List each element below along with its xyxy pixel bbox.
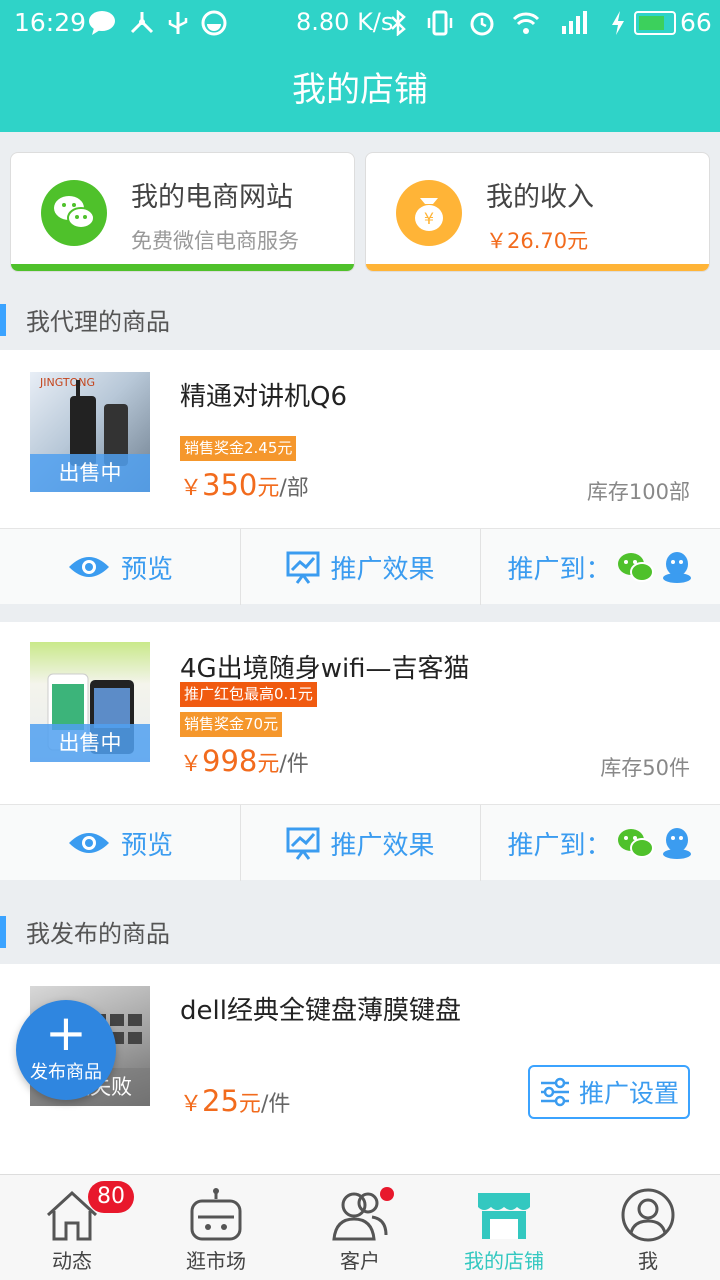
money-bag-icon: ¥	[396, 180, 462, 246]
eye-icon	[68, 833, 109, 853]
card-accent-line	[11, 264, 354, 271]
product-item[interactable]: JINGTONG 出售中 精通对讲机Q6 销售奖金2.45元 ￥350元/部 库…	[0, 350, 720, 528]
card-title: 我的电商网站	[131, 182, 293, 213]
product-actions: 预览 推广效果 推广到：	[0, 804, 720, 881]
app-notification-icon	[200, 10, 228, 36]
chat-notification-icon	[88, 10, 116, 36]
preview-button[interactable]: 预览	[0, 805, 240, 881]
tab-customers[interactable]: 客户	[288, 1175, 432, 1280]
product-thumbnail: JINGTONG 出售中	[30, 372, 150, 492]
preview-button[interactable]: 预览	[0, 529, 240, 605]
tab-label: 我的店铺	[464, 1249, 544, 1273]
tab-my-store[interactable]: 我的店铺	[432, 1175, 576, 1280]
status-badge: 出售中	[30, 454, 150, 492]
promote-to[interactable]: 推广到：	[480, 529, 720, 605]
bonus-tag: 销售奖金2.45元	[180, 436, 297, 461]
product-name: dell经典全键盘薄膜键盘	[180, 996, 461, 1026]
battery-icon	[634, 11, 676, 35]
svg-text:¥: ¥	[424, 209, 434, 228]
wechat-icon	[41, 180, 107, 246]
robot-icon	[190, 1188, 242, 1241]
product-name: 精通对讲机Q6	[180, 382, 348, 412]
income-card[interactable]: ¥ 我的收入 ￥26.70元	[365, 152, 710, 272]
card-subtitle: 免费微信电商服务	[131, 229, 299, 253]
fab-label: 发布商品	[30, 1062, 102, 1083]
tab-label: 逛市场	[186, 1249, 246, 1273]
status-badge: 出售中	[30, 724, 150, 762]
section-title: 我代理的商品	[26, 308, 170, 336]
page-title: 我的店铺	[0, 48, 720, 132]
settings-sliders-icon	[540, 1077, 569, 1107]
chart-icon	[286, 551, 320, 584]
wechat-share-icon	[617, 829, 654, 858]
section-title: 我发布的商品	[26, 920, 170, 948]
product-name: 4G出境随身wifi—吉客猫	[180, 654, 470, 684]
svg-text:JINGTONG: JINGTONG	[39, 376, 95, 389]
signal-4g-icon	[556, 10, 587, 36]
tab-label: 我	[638, 1249, 658, 1273]
usb-icon	[164, 10, 192, 36]
promote-to[interactable]: 推广到：	[480, 805, 720, 881]
tab-feed[interactable]: 80 动态	[0, 1175, 144, 1280]
product-stock: 库存50件	[600, 756, 690, 780]
status-bar: 16:29 8.80 K/s 66	[0, 0, 720, 48]
charging-icon	[604, 10, 632, 36]
bonus-tag: 销售奖金70元	[180, 712, 283, 737]
card-title: 我的收入	[486, 182, 594, 213]
tab-me[interactable]: 我	[576, 1175, 720, 1280]
section-agent-products: 我代理的商品	[0, 292, 720, 344]
tab-label: 客户	[340, 1249, 380, 1273]
product-price: ￥998元/件	[180, 744, 309, 778]
income-amount: ￥26.70元	[486, 229, 589, 253]
qq-share-icon	[662, 552, 691, 583]
vibrate-icon	[426, 10, 454, 36]
ecommerce-site-card[interactable]: 我的电商网站 免费微信电商服务	[10, 152, 355, 272]
product-price: ￥350元/部	[180, 468, 309, 502]
plus-icon: +	[45, 1004, 87, 1062]
product-thumbnail: 出售中	[30, 642, 150, 762]
bottom-tabbar: 80 动态 逛市场 客户 我的店铺 我	[0, 1174, 720, 1280]
store-icon	[478, 1193, 530, 1239]
profile-icon	[621, 1188, 675, 1242]
share-node-icon	[128, 10, 156, 36]
product-actions: 预览 推广效果 推广到：	[0, 528, 720, 605]
promo-effect-button[interactable]: 推广效果	[240, 805, 480, 881]
battery-level: 66	[680, 8, 712, 37]
wifi-icon	[512, 10, 540, 36]
product-item[interactable]: 出售中 4G出境随身wifi—吉客猫 推广红包最高0.1元 销售奖金70元 ￥9…	[0, 622, 720, 804]
qq-share-icon	[662, 828, 691, 859]
tab-market[interactable]: 逛市场	[144, 1175, 288, 1280]
publish-product-fab[interactable]: + 发布商品	[16, 1000, 116, 1100]
notification-dot	[380, 1187, 394, 1201]
network-speed: 8.80 K/s	[296, 8, 394, 36]
section-published-products: 我发布的商品	[0, 904, 720, 956]
promo-effect-button[interactable]: 推广效果	[240, 529, 480, 605]
eye-icon	[68, 557, 109, 577]
tab-label: 动态	[52, 1249, 92, 1273]
wechat-share-icon	[617, 553, 654, 582]
status-time: 16:29	[14, 8, 87, 37]
product-price: ￥25元/件	[180, 1084, 291, 1118]
card-accent-line	[366, 264, 709, 271]
notification-badge: 80	[88, 1181, 134, 1213]
product-stock: 库存100部	[586, 480, 690, 504]
red-packet-tag: 推广红包最高0.1元	[180, 682, 317, 707]
chart-icon	[286, 827, 320, 860]
promo-settings-button[interactable]: 推广设置	[528, 1065, 690, 1119]
bluetooth-icon	[384, 9, 412, 37]
alarm-icon	[468, 10, 496, 36]
